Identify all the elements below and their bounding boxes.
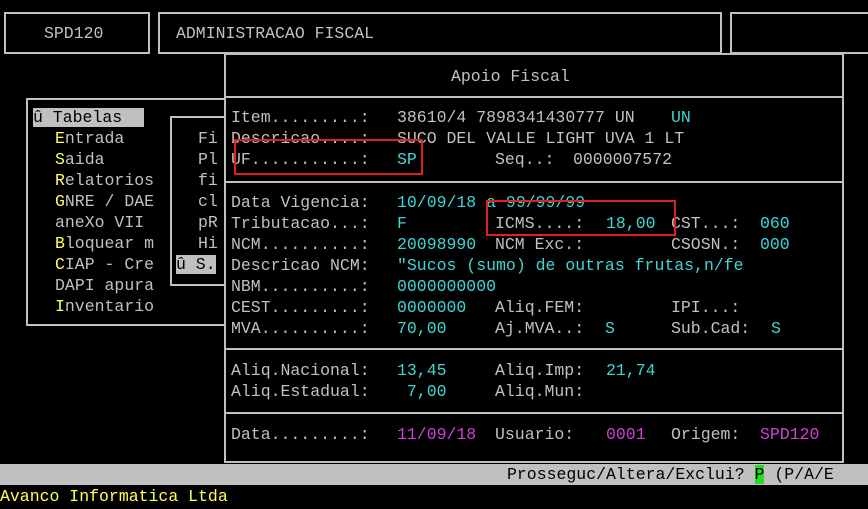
- submenu-item-4[interactable]: cl: [198, 191, 218, 212]
- cst-value[interactable]: 060: [760, 213, 790, 234]
- app-title: ADMINISTRACAO FISCAL: [176, 24, 375, 43]
- uf-highlight-box: [234, 139, 423, 175]
- cst-label: CST...:: [671, 214, 741, 233]
- aj-mva-label: Aj.MVA..:: [495, 319, 585, 338]
- aliq-nacional-value: 13,45: [397, 361, 447, 380]
- desc-ncm-label: Descricao NCM:: [231, 256, 370, 275]
- data-value: 11/09/18: [397, 425, 477, 444]
- seq-label: Seq..:: [495, 150, 555, 169]
- nbm-value[interactable]: 0000000000: [397, 276, 496, 297]
- dialog-divider: [226, 181, 842, 183]
- csosn-label: CSOSN.:: [671, 235, 741, 254]
- data-label: Data.........:: [231, 425, 370, 444]
- origem-value: SPD120: [760, 425, 820, 444]
- dialog-divider: [226, 96, 842, 98]
- menu-item-tabelas[interactable]: û Tabelas: [33, 107, 144, 128]
- aliq-estadual-label: Aliq.Estadual:: [231, 382, 370, 401]
- origem-label: Origem:: [671, 425, 741, 444]
- mva-value[interactable]: 70,00: [397, 318, 447, 339]
- csosn-value[interactable]: 000: [760, 234, 790, 255]
- icms-highlight-box: [486, 200, 676, 236]
- tributacao-label: Tributacao...:: [231, 214, 370, 233]
- usuario-label: Usuario:: [495, 425, 575, 444]
- aliq-fem-label: Aliq.FEM:: [495, 298, 585, 317]
- aliq-imp-value: 21,74: [606, 361, 656, 380]
- aj-mva-value[interactable]: S: [605, 318, 615, 339]
- submenu-item-6[interactable]: Hi: [198, 233, 218, 254]
- vigencia-label: Data Vigencia:: [231, 193, 370, 212]
- menu-item-saida[interactable]: Saida: [55, 149, 105, 170]
- status-prompt: Prosseguc/Altera/Exclui? P (P/A/E: [507, 465, 834, 484]
- sub-cad-label: Sub.Cad:: [671, 319, 751, 338]
- menu-item-entrada[interactable]: Entrada: [55, 128, 124, 149]
- nbm-label: NBM..........:: [231, 277, 370, 296]
- submenu-item-3[interactable]: fi: [198, 170, 218, 191]
- ncm-label: NCM..........:: [231, 235, 370, 254]
- item-label: Item.........:: [231, 108, 370, 127]
- aliq-estadual-value: 7,00: [397, 382, 447, 401]
- cest-value[interactable]: 0000000: [397, 297, 466, 318]
- company-name: Avanco Informatica Ltda: [0, 487, 228, 506]
- submenu-item-1[interactable]: Fi: [198, 128, 218, 149]
- ncm-exc-label: NCM Exc.:: [495, 235, 585, 254]
- program-code: SPD120: [44, 24, 104, 43]
- tributacao-value[interactable]: F: [397, 213, 407, 234]
- aliq-mun-label: Aliq.Mun:: [495, 382, 585, 401]
- menu-item-gnre[interactable]: GNRE / DAE: [55, 191, 154, 212]
- dialog-divider: [226, 412, 842, 414]
- item-value: 38610/4 7898341430777 UN: [397, 108, 635, 127]
- menu-item-ciap[interactable]: CIAP - Cre: [55, 254, 154, 275]
- desc-ncm-value: "Sucos (sumo) de outras frutas,n/fe: [397, 256, 744, 275]
- right-box: [730, 12, 868, 54]
- submenu-item-selected[interactable]: û S.: [176, 254, 216, 275]
- dialog-divider: [226, 348, 842, 350]
- mva-label: MVA..........:: [231, 319, 370, 338]
- menu-item-dapi[interactable]: DAPI apura: [55, 275, 154, 296]
- menu-item-anexo[interactable]: aneXo VII: [55, 212, 144, 233]
- dialog-title: Apoio Fiscal: [451, 67, 570, 86]
- ipi-label: IPI...:: [671, 298, 741, 317]
- aliq-nacional-label: Aliq.Nacional:: [231, 361, 370, 380]
- aliq-imp-label: Aliq.Imp:: [495, 361, 585, 380]
- item-unit: UN: [671, 108, 691, 127]
- cest-label: CEST.........:: [231, 298, 370, 317]
- submenu-item-2[interactable]: Pl: [198, 149, 218, 170]
- menu-item-inventario[interactable]: Inventario: [55, 296, 154, 317]
- answer-input[interactable]: P: [754, 465, 765, 484]
- ncm-value[interactable]: 20098990: [397, 234, 476, 255]
- seq-value: 0000007572: [573, 150, 673, 169]
- submenu-item-5[interactable]: pR: [198, 212, 218, 233]
- usuario-value: 0001: [606, 425, 646, 444]
- menu-item-bloquear[interactable]: Bloquear m: [55, 233, 154, 254]
- sub-cad-value[interactable]: S: [771, 318, 781, 339]
- descricao-value: SUCO DEL VALLE LIGHT UVA 1 LT: [397, 129, 685, 148]
- menu-item-relatorios[interactable]: Relatorios: [55, 170, 154, 191]
